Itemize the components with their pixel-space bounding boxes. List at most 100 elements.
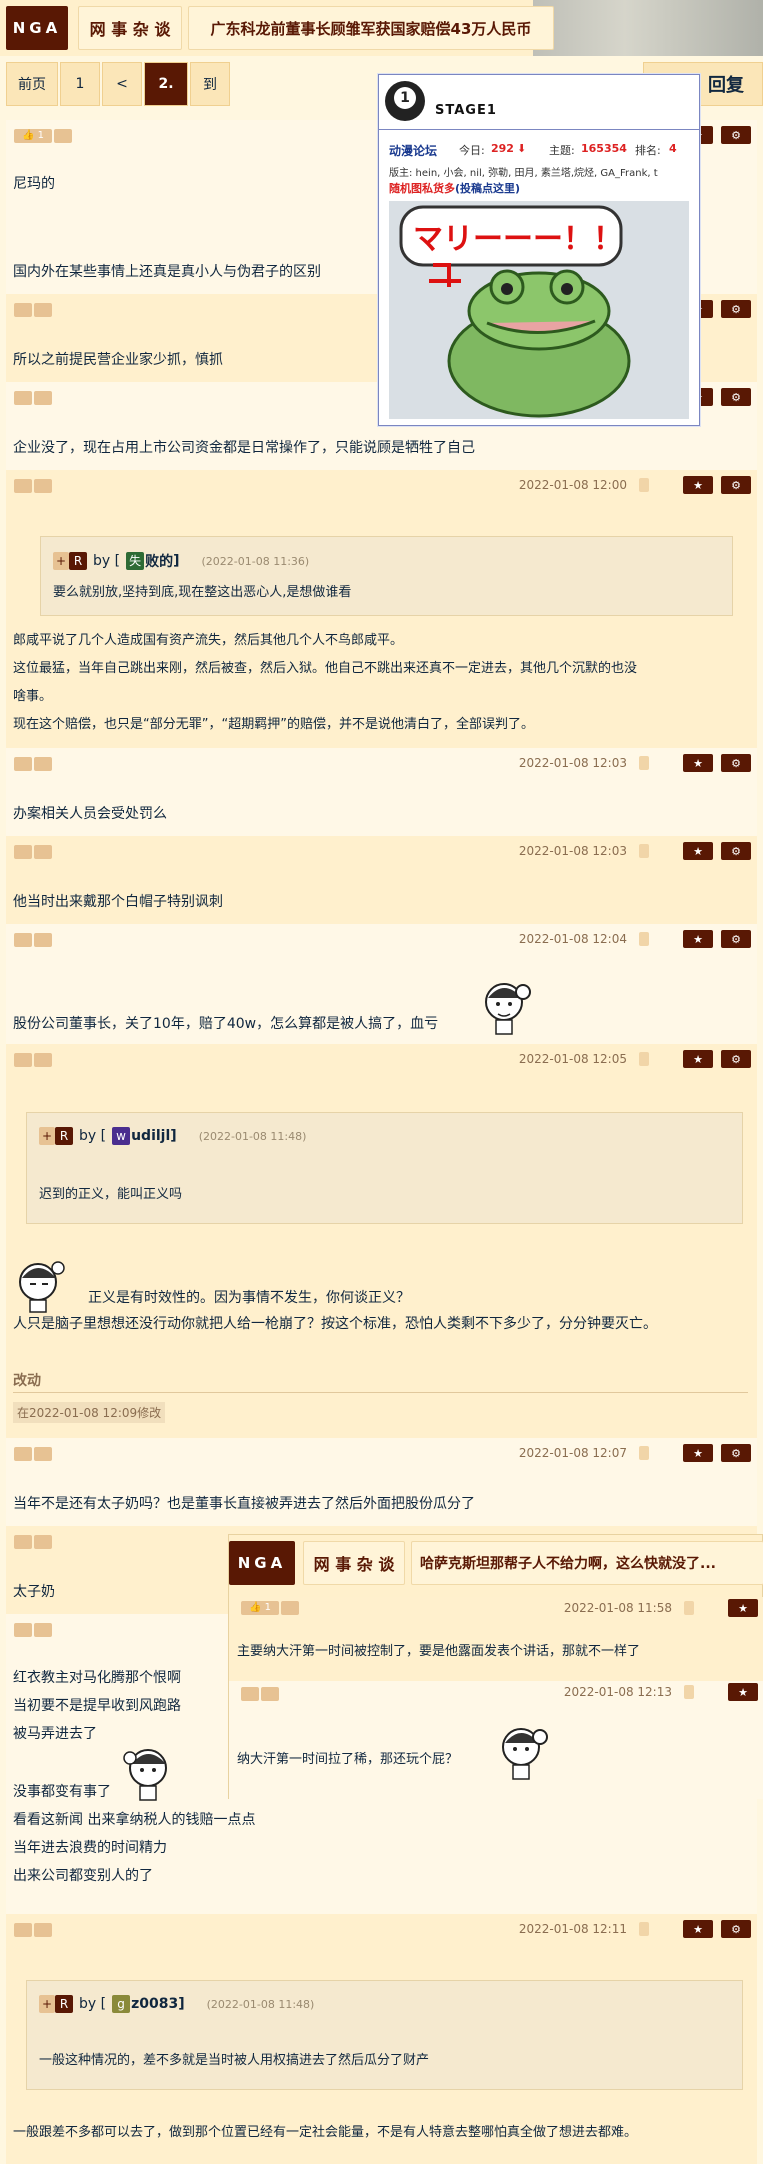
quote-time: (2022-01-08 11:48) [206,1997,315,2011]
pager-goto[interactable]: 到 [190,62,230,106]
quote-by-label: by [ [79,1996,107,2012]
quote-author-avatar: w [112,1127,131,1145]
today-count: 292 [491,142,514,155]
expand-quote-button[interactable]: + [39,1127,55,1145]
downvote-button[interactable] [34,1053,52,1067]
quote-author-name[interactable]: udiljl [131,1128,170,1144]
pager-prev[interactable]: < [102,62,142,106]
linked-thread-popup[interactable]: NGA 网 事 杂 谈 哈萨克斯坦那帮子人不给力啊，这么快就没了... 👍 1 … [228,1534,763,1799]
stage1-forum-card[interactable]: 1 STAGE1 动漫论坛 今日: 292 ⬇ 主题: 165354 排名: 4… [378,74,700,426]
downvote-button[interactable] [34,845,52,859]
popup-thread-title[interactable]: 哈萨克斯坦那帮子人不给力啊，这么快就没了... [411,1541,763,1585]
post-time: 2022-01-08 11:58 [563,1601,672,1615]
downvote-button[interactable] [34,479,52,493]
pager: 前页 1 < 2. 到 [6,62,232,106]
quote-author-name[interactable]: 败的 [145,551,173,571]
gear-icon[interactable]: ⚙ [721,388,751,406]
upvote-button[interactable] [14,845,32,859]
expand-quote-button[interactable]: + [39,1995,55,2013]
upvote-button[interactable] [14,1535,32,1549]
upvote-button[interactable] [14,757,32,771]
post: 2022-01-08 12:03 ★ ⚙ 他当时出来戴那个白帽子特别讽刺 [6,836,757,924]
upvote-button[interactable] [14,1053,32,1067]
gear-icon[interactable]: ⚙ [721,1920,751,1938]
downvote-button[interactable] [261,1687,279,1701]
upvote-button[interactable] [241,1687,259,1701]
pager-current[interactable]: 2. [144,62,188,106]
downvote-button[interactable] [34,1923,52,1937]
upvote-button[interactable] [14,933,32,947]
downvote-button[interactable] [34,933,52,947]
post-text-line: 国内外在某些事情上还真是真小人与伪君子的区别 [13,264,321,280]
device-icon [639,932,649,946]
favorite-star-icon[interactable]: ★ [728,1683,758,1701]
post-time: 2022-01-08 12:07 [518,1446,627,1460]
downvote-button[interactable] [34,1535,52,1549]
thread-title[interactable]: 广东科龙前董事长顾雏军获国家赔偿43万人民币 [188,6,554,50]
post: 2022-01-08 12:04 ★ ⚙ 股份公司董事长，关了10年，赔了40w… [6,924,757,1044]
gear-icon[interactable]: ⚙ [721,754,751,772]
frog-meme-image: マリーーー！！ [389,201,689,419]
upvote-button[interactable]: 👍 1 [14,129,52,143]
downvote-button[interactable] [54,129,72,143]
nga-logo[interactable]: NGA [6,6,68,50]
upvote-button[interactable] [14,479,32,493]
post-text-line: 看看这新闻 出来拿纳税人的钱赔一点点 [13,1812,256,1828]
downvote-button[interactable] [34,1623,52,1637]
upvote-button[interactable] [14,391,32,405]
favorite-star-icon[interactable]: ★ [683,1050,713,1068]
favorite-star-icon[interactable]: ★ [683,1920,713,1938]
quote-by-label: by [ [79,1128,107,1144]
nga-logo[interactable]: NGA [229,1541,295,1585]
favorite-star-icon[interactable]: ★ [728,1599,758,1617]
favorite-star-icon[interactable]: ★ [683,476,713,494]
anime-girl-emoticon-icon [19,1261,65,1313]
favorite-star-icon[interactable]: ★ [683,842,713,860]
forum-name[interactable]: 动漫论坛 [389,142,437,159]
favorite-star-icon[interactable]: ★ [683,930,713,948]
pager-first[interactable]: 前页 [6,62,58,106]
breadcrumb-section[interactable]: 网 事 杂 谈 [303,1541,405,1585]
quote-box: + R by [ w udiljl ] (2022-01-08 11:48) 迟… [26,1112,743,1224]
downvote-button[interactable] [281,1601,299,1615]
gear-icon[interactable]: ⚙ [721,476,751,494]
post-text-line: 太子奶 [13,1584,55,1600]
quote-header: + R by [ g z0083 ] (2022-01-08 11:48) [39,1995,314,2013]
quote-author-name[interactable]: z0083 [131,1996,178,2012]
gear-icon[interactable]: ⚙ [721,930,751,948]
downvote-button[interactable] [34,1447,52,1461]
downvote-button[interactable] [34,757,52,771]
upvote-button[interactable]: 👍 1 [241,1601,279,1615]
device-icon [639,1446,649,1460]
upvote-button[interactable] [14,303,32,317]
upvote-button[interactable] [14,1923,32,1937]
expand-quote-button[interactable]: + [53,552,69,570]
breadcrumb-section[interactable]: 网 事 杂 谈 [78,6,182,50]
rank-label: 排名: [635,144,661,157]
post: 2022-01-08 12:00 ★ ⚙ + R by [ 失 败的 ] (20… [6,470,757,748]
downvote-button[interactable] [34,391,52,405]
post-text-line: 纳大汗第一时间拉了稀，那还玩个屁？ [237,1752,459,1767]
gear-icon[interactable]: ⚙ [721,1444,751,1462]
post-text-line: 所以之前提民营企业家少抓，慎抓 [13,352,223,368]
submission-links[interactable]: 随机图私货多(投稿点这里) [389,180,520,196]
favorite-star-icon[interactable]: ★ [683,754,713,772]
upvote-button[interactable] [14,1447,32,1461]
gear-icon[interactable]: ⚙ [721,300,751,318]
upvote-button[interactable] [14,1623,32,1637]
post-text-line: 被马弄进去了 [13,1726,97,1742]
post-text-line: 办案相关人员会受处罚么 [13,806,167,822]
favorite-star-icon[interactable]: ★ [683,1444,713,1462]
svg-text:マリーーー！！: マリーーー！！ [413,222,623,257]
gear-icon[interactable]: ⚙ [721,842,751,860]
downvote-button[interactable] [34,303,52,317]
pager-page-1[interactable]: 1 [60,62,100,106]
device-icon [639,1922,649,1936]
post-text-line: 现在这个赔偿，也只是“部分无罪”，“超期羁押”的赔偿，并不是说他清白了，全部误判… [13,717,534,732]
gear-icon[interactable]: ⚙ [721,126,751,144]
gear-icon[interactable]: ⚙ [721,1050,751,1068]
topics-count: 165354 [581,142,627,155]
post-text-line: 没事都变有事了 [13,1784,111,1800]
post: 2022-01-08 12:05 ★ ⚙ + R by [ w udiljl ]… [6,1044,757,1438]
post-time: 2022-01-08 12:03 [518,756,627,770]
